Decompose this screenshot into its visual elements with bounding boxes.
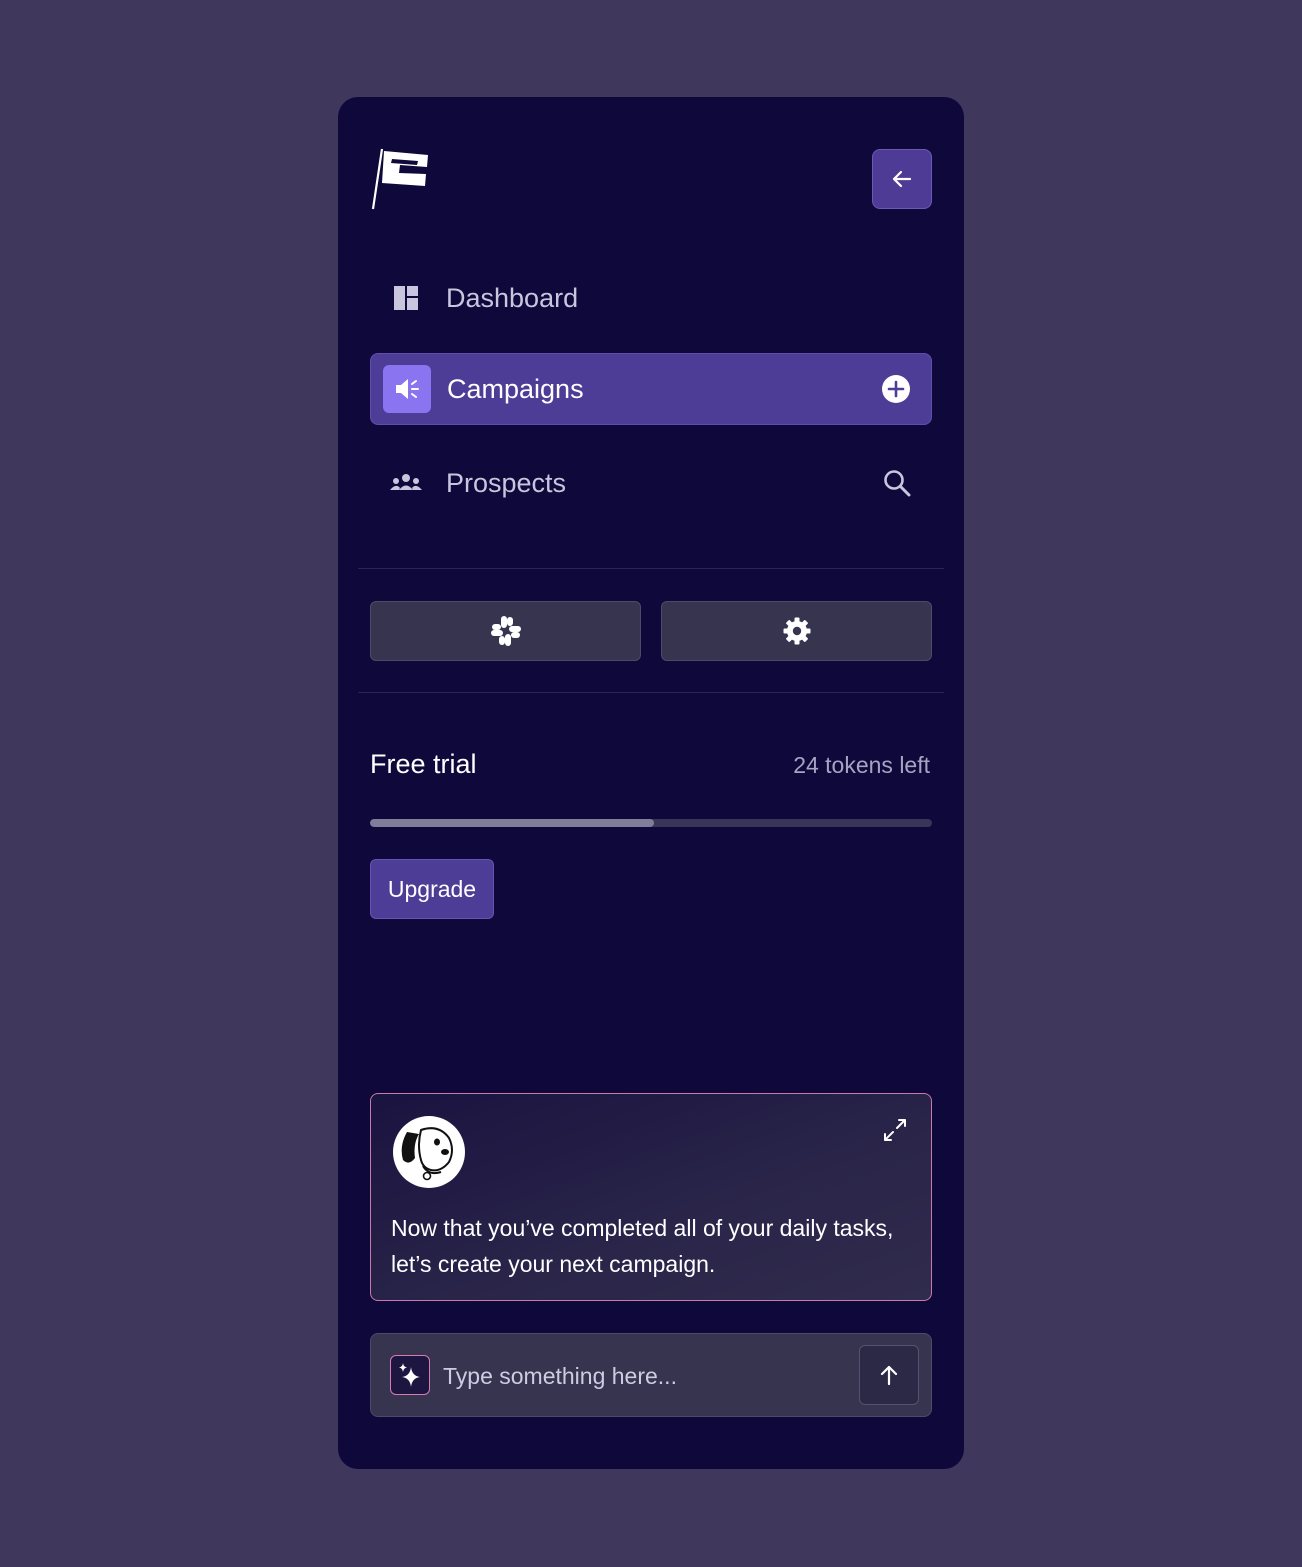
expand-button[interactable] (881, 1116, 909, 1144)
settings-button[interactable] (661, 601, 932, 661)
assistant-message: Now that you’ve completed all of your da… (391, 1215, 894, 1277)
arrow-up-icon (880, 1365, 898, 1386)
plus-circle-icon (882, 375, 910, 403)
assistant-card: Now that you’ve completed all of your da… (370, 1093, 932, 1301)
collapse-sidebar-button[interactable] (872, 149, 932, 209)
people-icon (382, 459, 430, 507)
trial-progress-fill (370, 819, 654, 827)
gear-icon (783, 617, 810, 645)
search-icon (884, 470, 911, 497)
nav-item-prospects[interactable]: Prospects (370, 447, 932, 519)
send-button[interactable] (859, 1345, 919, 1405)
nav-item-campaigns[interactable]: Campaigns (370, 353, 932, 425)
sidebar-panel: Dashboard Campaigns Prospects Free trial… (338, 97, 964, 1469)
trial-title: Free trial (370, 749, 477, 779)
nav-item-dashboard[interactable]: Dashboard (370, 262, 932, 334)
slack-icon (490, 616, 521, 646)
divider (358, 692, 944, 693)
flag-logo-icon (370, 147, 432, 211)
arrow-left-icon (892, 170, 912, 188)
trial-progress-bar (370, 819, 932, 827)
nav-label-prospects: Prospects (446, 467, 567, 498)
upgrade-button[interactable]: Upgrade (370, 859, 494, 919)
add-campaign-button[interactable] (881, 374, 911, 404)
tokens-left-label: 24 tokens left (793, 752, 930, 778)
nav-label-dashboard: Dashboard (446, 282, 579, 313)
slack-button[interactable] (370, 601, 641, 661)
dog-avatar (393, 1116, 465, 1188)
chat-input[interactable] (441, 1354, 845, 1398)
nav-label-campaigns: Campaigns (447, 373, 584, 404)
dashboard-icon (382, 274, 430, 322)
expand-icon (884, 1119, 906, 1141)
divider (358, 568, 944, 569)
chat-input-bar (370, 1333, 932, 1417)
sparkle-icon (390, 1355, 430, 1395)
megaphone-icon (383, 365, 431, 413)
search-prospects-button[interactable] (882, 468, 912, 498)
